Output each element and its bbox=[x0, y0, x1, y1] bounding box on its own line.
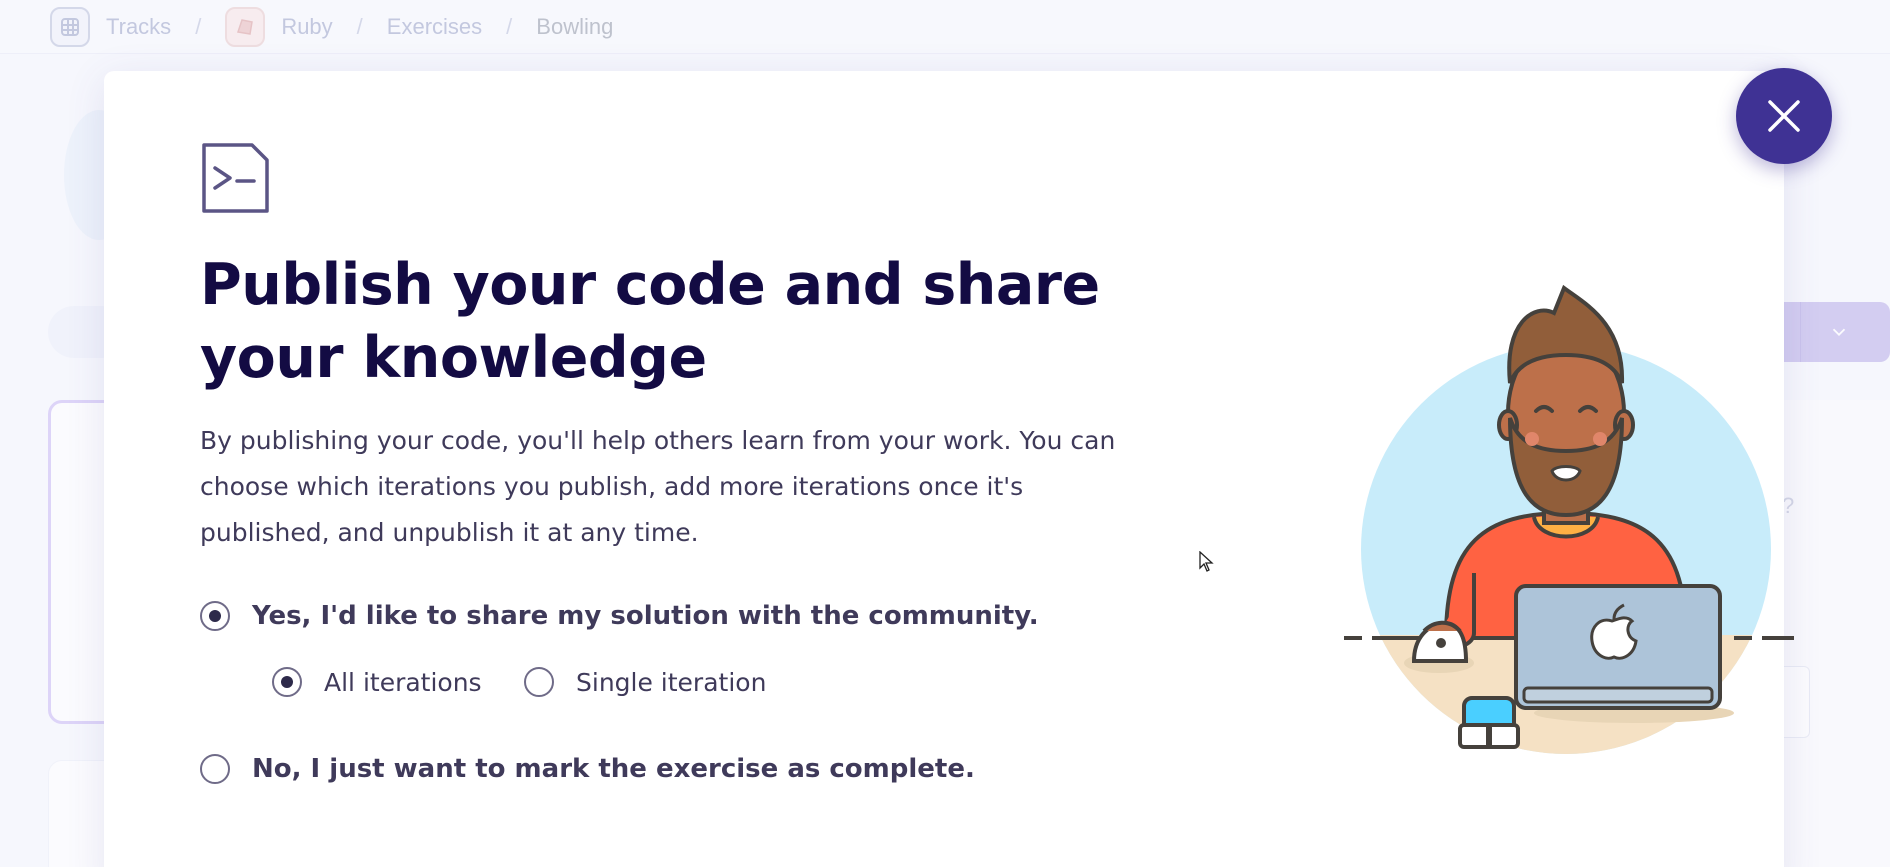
single-iteration-label: Single iteration bbox=[576, 667, 767, 697]
all-iterations-option[interactable]: All iterations bbox=[272, 667, 482, 697]
share-no-label: No, I just want to mark the exercise as … bbox=[252, 754, 975, 784]
terminal-icon bbox=[202, 143, 269, 213]
share-no-option[interactable]: No, I just want to mark the exercise as … bbox=[200, 754, 975, 784]
modal-title: Publish your code and share your knowled… bbox=[200, 252, 1100, 391]
close-button[interactable] bbox=[1736, 68, 1832, 164]
single-iteration-radio[interactable] bbox=[524, 667, 554, 697]
share-yes-radio[interactable] bbox=[200, 601, 230, 631]
close-icon bbox=[1768, 100, 1800, 132]
share-yes-option[interactable]: Yes, I'd like to share my solution with … bbox=[200, 601, 1039, 631]
all-iterations-radio[interactable] bbox=[272, 667, 302, 697]
modal-description: By publishing your code, you'll help oth… bbox=[200, 426, 1116, 547]
all-iterations-label: All iterations bbox=[324, 667, 482, 697]
mouse-cursor-icon bbox=[1199, 551, 1214, 572]
publish-modal: Publish your code and share your knowled… bbox=[104, 71, 1794, 867]
share-no-radio[interactable] bbox=[200, 754, 230, 784]
share-yes-label: Yes, I'd like to share my solution with … bbox=[252, 601, 1039, 631]
single-iteration-option[interactable]: Single iteration bbox=[524, 667, 766, 697]
developer-with-laptop-illustration bbox=[1344, 284, 1794, 754]
